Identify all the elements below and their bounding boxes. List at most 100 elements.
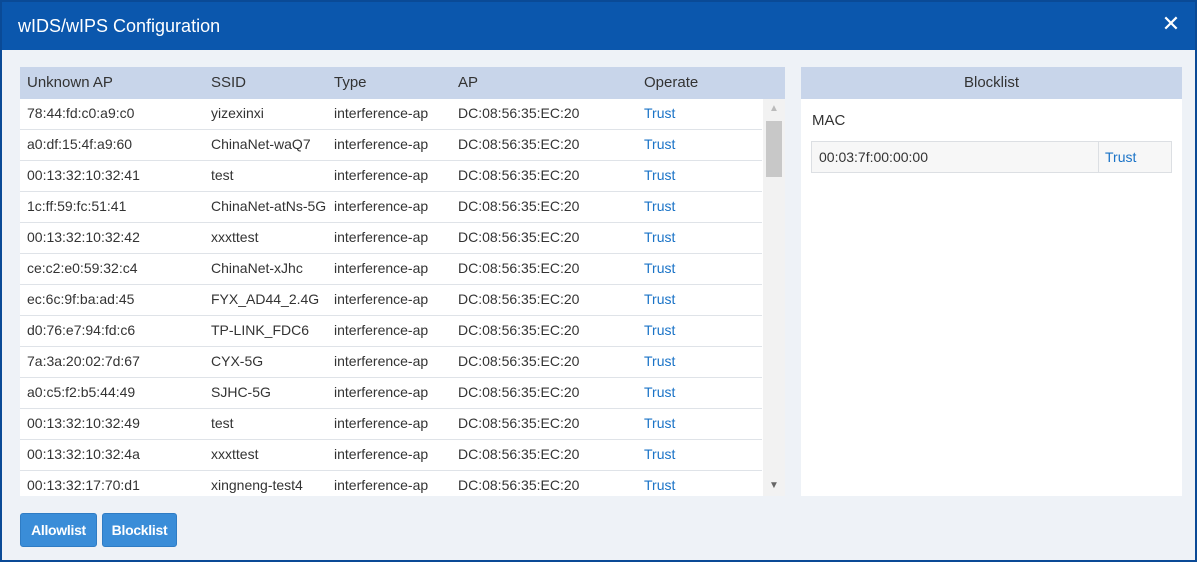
column-header-ssid: SSID [211,74,247,91]
trust-link[interactable]: Trust [644,229,675,245]
cell-unknown-ap: a0:c5:f2:b5:44:49 [27,384,136,400]
allowlist-button[interactable]: Allowlist [20,513,97,547]
table-row: 00:13:32:10:32:41 test interference-ap D… [20,161,762,192]
blocklist-mac: 00:03:7f:00:00:00 [819,149,928,165]
cell-ap: DC:08:56:35:EC:20 [458,260,580,276]
cell-ssid: SJHC-5G [211,384,271,400]
table-row: a0:c5:f2:b5:44:49 SJHC-5G interference-a… [20,378,762,409]
scroll-down-arrow-icon[interactable]: ▼ [763,476,785,496]
trust-link[interactable]: Trust [644,384,675,400]
blocklist-button[interactable]: Blocklist [102,513,177,547]
table-row: 78:44:fd:c0:a9:c0 yizexinxi interference… [20,99,762,130]
cell-ssid: CYX-5G [211,353,264,369]
trust-link[interactable]: Trust [644,322,675,338]
cell-unknown-ap: a0:df:15:4f:a9:60 [27,136,133,152]
cell-type: interference-ap [334,353,429,369]
cell-divider [1098,142,1099,172]
cell-unknown-ap: 00:13:32:10:32:49 [27,415,140,431]
table-row: 00:13:32:17:70:d1 xingneng-test4 interfe… [20,471,762,496]
cell-unknown-ap: 00:13:32:17:70:d1 [27,477,140,493]
cell-ssid: ChinaNet-atNs-5G [211,198,327,214]
blocklist-row: 00:03:7f:00:00:00 Trust [811,141,1172,173]
column-header-unknown-ap: Unknown AP [27,74,113,91]
cell-type: interference-ap [334,384,429,400]
trust-link[interactable]: Trust [644,136,675,152]
trust-link[interactable]: Trust [644,167,675,183]
close-icon[interactable]: ✕ [1159,12,1183,36]
cell-ssid: test [211,415,234,431]
cell-type: interference-ap [334,229,429,245]
trust-link[interactable]: Trust [644,353,675,369]
cell-type: interference-ap [334,198,429,214]
cell-ap: DC:08:56:35:EC:20 [458,415,580,431]
cell-type: interference-ap [334,322,429,338]
cell-ssid: FYX_AD44_2.4G [211,291,320,307]
cell-ssid: TP-LINK_FDC6 [211,322,310,338]
cell-type: interference-ap [334,477,429,493]
wids-wips-dialog: wIDS/wIPS Configuration ✕ Unknown AP SSI… [0,0,1197,562]
column-header-type: Type [334,74,367,91]
cell-ap: DC:08:56:35:EC:20 [458,446,580,462]
scroll-up-arrow-icon[interactable]: ▲ [763,99,785,119]
cell-ap: DC:08:56:35:EC:20 [458,229,580,245]
cell-type: interference-ap [334,291,429,307]
trust-link[interactable]: Trust [644,105,675,121]
cell-unknown-ap: 1c:ff:59:fc:51:41 [27,198,127,214]
column-header-operate: Operate [644,74,699,91]
cell-unknown-ap: ec:6c:9f:ba:ad:45 [27,291,135,307]
cell-unknown-ap: d0:76:e7:94:fd:c6 [27,322,136,338]
cell-ap: DC:08:56:35:EC:20 [458,353,580,369]
cell-ap: DC:08:56:35:EC:20 [458,198,580,214]
cell-ssid: ChinaNet-xJhc [211,260,303,276]
table-row: ec:6c:9f:ba:ad:45 FYX_AD44_2.4G interfer… [20,285,762,316]
cell-ap: DC:08:56:35:EC:20 [458,322,580,338]
column-header-ap: AP [458,74,479,91]
cell-ap: DC:08:56:35:EC:20 [458,167,580,183]
unknown-ap-table: Unknown AP SSID Type AP Operate 78:44:fd… [20,67,785,496]
trust-link[interactable]: Trust [644,415,675,431]
cell-ssid: xxxttest [211,229,259,245]
cell-type: interference-ap [334,167,429,183]
table-row: 00:13:32:10:32:49 test interference-ap D… [20,409,762,440]
table-row: a0:df:15:4f:a9:60 ChinaNet-waQ7 interfer… [20,130,762,161]
trust-link[interactable]: Trust [644,477,675,493]
dialog-titlebar: wIDS/wIPS Configuration ✕ [2,2,1195,50]
mac-label: MAC [812,112,846,129]
table-header: Unknown AP SSID Type AP Operate [20,67,785,99]
cell-unknown-ap: ce:c2:e0:59:32:c4 [27,260,138,276]
table-row: ce:c2:e0:59:32:c4 ChinaNet-xJhc interfer… [20,254,762,285]
cell-ap: DC:08:56:35:EC:20 [458,477,580,493]
cell-type: interference-ap [334,136,429,152]
cell-ssid: ChinaNet-waQ7 [211,136,311,152]
trust-link[interactable]: Trust [644,260,675,276]
blocklist-panel: Blocklist MAC 00:03:7f:00:00:00 Trust [801,67,1182,496]
cell-unknown-ap: 7a:3a:20:02:7d:67 [27,353,140,369]
table-row: 00:13:32:10:32:4a xxxttest interference-… [20,440,762,471]
cell-ssid: yizexinxi [211,105,264,121]
table-row: 7a:3a:20:02:7d:67 CYX-5G interference-ap… [20,347,762,378]
cell-ap: DC:08:56:35:EC:20 [458,105,580,121]
cell-unknown-ap: 00:13:32:10:32:4a [27,446,140,462]
table-row: d0:76:e7:94:fd:c6 TP-LINK_FDC6 interfere… [20,316,762,347]
cell-type: interference-ap [334,260,429,276]
table-body: 78:44:fd:c0:a9:c0 yizexinxi interference… [20,99,762,496]
cell-unknown-ap: 00:13:32:10:32:41 [27,167,140,183]
blocklist-trust-link[interactable]: Trust [1105,149,1136,165]
cell-ssid: test [211,167,234,183]
cell-ssid: xingneng-test4 [211,477,303,493]
cell-type: interference-ap [334,446,429,462]
table-scrollbar[interactable]: ▲ ▼ [763,99,785,496]
trust-link[interactable]: Trust [644,291,675,307]
scroll-thumb[interactable] [766,121,782,177]
dialog-body: Unknown AP SSID Type AP Operate 78:44:fd… [2,50,1195,560]
trust-link[interactable]: Trust [644,198,675,214]
cell-unknown-ap: 78:44:fd:c0:a9:c0 [27,105,135,121]
cell-ap: DC:08:56:35:EC:20 [458,291,580,307]
cell-ap: DC:08:56:35:EC:20 [458,136,580,152]
trust-link[interactable]: Trust [644,446,675,462]
cell-type: interference-ap [334,415,429,431]
table-row: 1c:ff:59:fc:51:41 ChinaNet-atNs-5G inter… [20,192,762,223]
table-row: 00:13:32:10:32:42 xxxttest interference-… [20,223,762,254]
cell-type: interference-ap [334,105,429,121]
cell-unknown-ap: 00:13:32:10:32:42 [27,229,140,245]
